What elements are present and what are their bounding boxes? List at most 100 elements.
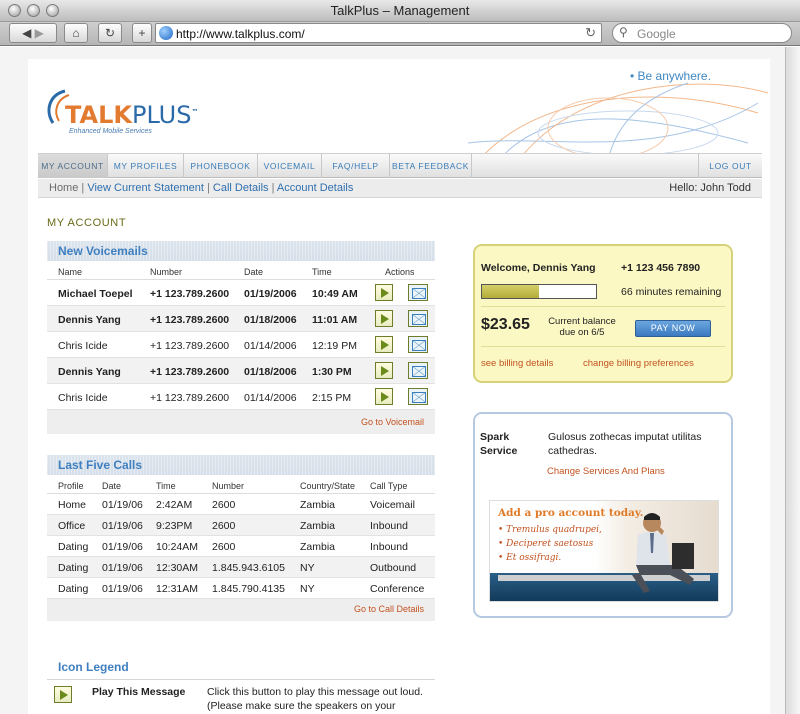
promo-item: • Tremulus quadrupei, — [498, 525, 602, 535]
subnav-link-account-details[interactable]: Account Details — [277, 182, 353, 194]
go-to-voicemail-link[interactable]: Go to Voicemail — [361, 417, 424, 427]
change-billing-preferences-link[interactable]: change billing preferences — [583, 358, 694, 369]
spark-service-box: Spark Service Gulosus zothecas imputat ut… — [473, 412, 733, 618]
search-icon: ⚲ — [619, 25, 628, 39]
call-profile: Office — [58, 520, 86, 532]
calls-panel-footer: Go to Call Details — [47, 599, 435, 621]
calls-column-headers: Profile Date Time Number Country/State C… — [47, 475, 435, 494]
email-message-button[interactable] — [408, 310, 428, 327]
legend-divider — [47, 679, 435, 680]
call-date: 01/19/06 — [102, 520, 143, 532]
nav-tab-phonebook[interactable]: PHONEBOOK — [184, 154, 258, 178]
search-field[interactable]: ⚲ Google — [612, 23, 792, 43]
email-message-button[interactable] — [408, 388, 428, 405]
voicemail-date: 01/14/2006 — [244, 340, 297, 352]
call-time: 12:31AM — [156, 583, 199, 595]
divider — [481, 346, 725, 347]
pay-now-button[interactable]: PAY NOW — [635, 320, 711, 337]
call-type: Outbound — [370, 562, 417, 574]
nav-tab-faq-help[interactable]: FAQ/HELP — [322, 154, 390, 178]
nav-tab-voicemail[interactable]: VOICEMAIL — [258, 154, 322, 178]
back-arrow-icon[interactable]: ◀ — [22, 26, 31, 40]
voicemail-row[interactable]: Chris Icide +1 123.789.2600 01/14/2006 12:1… — [47, 332, 435, 358]
page-title: MY ACCOUNT — [47, 217, 127, 229]
voicemail-name: Chris Icide — [58, 340, 108, 352]
voicemail-date: 01/18/2006 — [244, 314, 297, 326]
forward-arrow-icon[interactable]: ▶ — [31, 26, 44, 40]
logo-text: TALKPLUS™ — [65, 101, 199, 129]
voicemail-time: 1:30 PM — [312, 366, 352, 378]
home-button[interactable]: ⌂ — [64, 23, 88, 43]
call-time: 12:30AM — [156, 562, 199, 574]
nav-tab-my-account[interactable]: MY ACCOUNT — [38, 154, 108, 178]
reload-button[interactable]: ↻ — [98, 23, 122, 43]
nav-tab-beta-feedback[interactable]: BETA FEEDBACK — [390, 154, 472, 178]
reload-icon: ↻ — [104, 26, 116, 40]
voicemail-row[interactable]: Michael Toepel +1 123.789.2600 01/19/2006 1… — [47, 280, 435, 306]
call-number: 1.845.943.6105 — [212, 562, 285, 574]
vertical-scrollbar[interactable] — [785, 47, 800, 714]
logout-tab[interactable]: LOG OUT — [698, 154, 762, 178]
voicemail-panel-footer: Go to Voicemail — [47, 410, 435, 434]
go-to-call-details-link[interactable]: Go to Call Details — [354, 604, 424, 614]
email-message-button[interactable] — [408, 362, 428, 379]
call-row: Office 01/19/06 9:23PM 2600 Zambia Inbound — [47, 515, 435, 536]
browser-toolbar: ◀ ▶ ⌂ ↻ + http://www.talkplus.com/ ↻ ⚲ G… — [0, 22, 800, 46]
subnav-link-statement[interactable]: View Current Statement — [87, 182, 204, 194]
call-number: 2600 — [212, 499, 236, 511]
balance-amount: $23.65 — [481, 316, 530, 333]
add-bookmark-button[interactable]: + — [132, 23, 152, 43]
voicemail-name: Michael Toepel — [58, 288, 133, 300]
url-text[interactable]: http://www.talkplus.com/ — [176, 27, 305, 41]
calls-panel-header: Last Five Calls — [47, 455, 435, 475]
search-placeholder: Google — [637, 27, 676, 41]
window-titlebar: TalkPlus – Management — [0, 0, 800, 22]
voicemail-row[interactable]: Dennis Yang +1 123.789.2600 01/18/2006 1:30… — [47, 358, 435, 384]
play-message-button[interactable] — [375, 388, 393, 405]
call-type: Voicemail — [370, 499, 415, 511]
call-date: 01/19/06 — [102, 499, 143, 511]
voicemail-time: 11:01 AM — [312, 314, 358, 326]
voicemail-panel: New Voicemails Name Number Date Time Act… — [47, 241, 435, 434]
url-bar[interactable]: http://www.talkplus.com/ ↻ — [155, 23, 602, 43]
play-message-button[interactable] — [375, 310, 393, 327]
subnav-link-call-details[interactable]: Call Details — [213, 182, 269, 194]
call-type: Inbound — [370, 520, 408, 532]
play-message-button[interactable] — [375, 362, 393, 379]
change-services-link[interactable]: Change Services And Plans — [547, 466, 665, 477]
breadcrumb: Home | View Current Statement | Call Det… — [49, 182, 354, 194]
call-profile: Home — [58, 499, 87, 511]
play-message-button[interactable] — [375, 284, 393, 301]
see-billing-details-link[interactable]: see billing details — [481, 358, 553, 369]
minutes-remaining: 66 minutes remaining — [621, 286, 722, 298]
voicemail-time: 12:19 PM — [312, 340, 357, 352]
promo-item: • Deciperet saetosus — [498, 539, 594, 549]
voicemail-column-headers: Name Number Date Time Actions — [47, 261, 435, 280]
pro-account-promo-banner[interactable]: Add a pro account today. • Tremulus quad… — [489, 500, 719, 602]
home-icon: ⌂ — [72, 26, 80, 40]
subnav-home[interactable]: Home — [49, 182, 78, 194]
call-time: 2:42AM — [156, 499, 193, 511]
call-date: 01/19/06 — [102, 583, 143, 595]
voicemail-time: 10:49 AM — [312, 288, 358, 300]
call-country: Zambia — [300, 499, 336, 511]
voicemail-number: +1 123.789.2600 — [150, 314, 230, 326]
balance-due-label: Current balance due on 6/5 — [548, 316, 616, 338]
sub-nav: Home | View Current Statement | Call Det… — [38, 179, 762, 198]
voicemail-row[interactable]: Chris Icide +1 123.789.2600 01/14/2006 2:15… — [47, 384, 435, 410]
play-message-button[interactable] — [375, 336, 393, 353]
welcome-text: Welcome, Dennis Yang — [481, 262, 596, 274]
tagline: • Be anywhere. — [630, 69, 711, 83]
divider — [481, 306, 725, 307]
service-label: Spark Service — [480, 431, 518, 457]
voicemail-row[interactable]: Dennis Yang +1 123.789.2600 01/18/2006 11:0… — [47, 306, 435, 332]
voicemail-number: +1 123.789.2600 — [150, 392, 230, 404]
email-message-button[interactable] — [408, 336, 428, 353]
nav-tab-my-profiles[interactable]: MY PROFILES — [108, 154, 184, 178]
call-row: Dating 01/19/06 10:24AM 2600 Zambia Inbound — [47, 536, 435, 557]
back-forward-buttons[interactable]: ◀ ▶ — [9, 23, 57, 43]
refresh-icon[interactable]: ↻ — [585, 25, 596, 41]
call-type: Conference — [370, 583, 425, 595]
email-message-button[interactable] — [408, 284, 428, 301]
page-viewport: TALKPLUS™ Enhanced Mobile Services • Be … — [0, 47, 800, 714]
